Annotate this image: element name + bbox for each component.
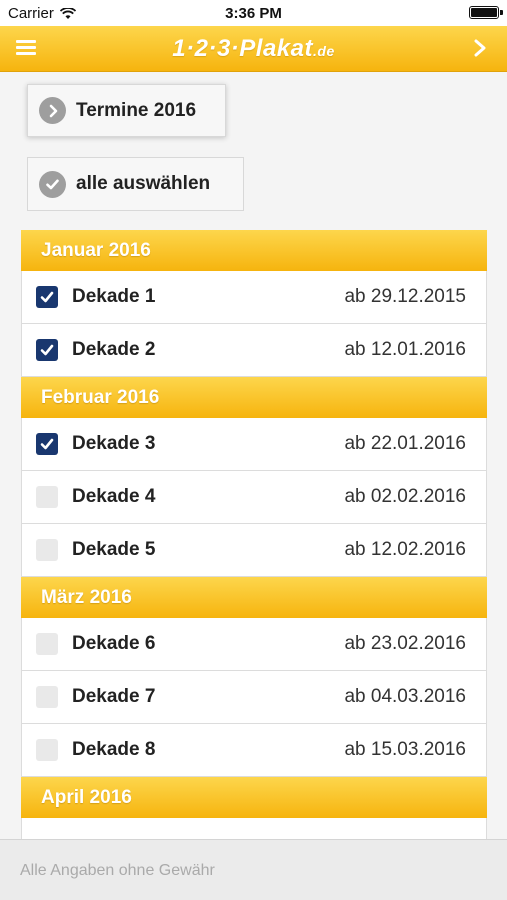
dekade-name: Dekade 1 xyxy=(72,286,156,307)
dekade-list: Januar 2016 Dekade 1 ab 29.12.2015 Dekade 2… xyxy=(21,230,487,871)
chevron-circle-icon xyxy=(39,97,66,124)
disclaimer-text: Alle Angaben ohne Gewähr xyxy=(20,862,215,879)
status-bar: Carrier 3:36 PM xyxy=(0,0,507,26)
check-circle-icon xyxy=(39,170,66,198)
dekade-row[interactable]: Dekade 5 ab 12.02.2016 xyxy=(21,524,487,577)
brand-logo: 1·2·3·Plakat.de xyxy=(0,35,507,63)
chevron-right-icon[interactable] xyxy=(469,37,491,59)
dekade-name: Dekade 8 xyxy=(72,739,156,760)
month-header: Februar 2016 xyxy=(21,377,487,418)
app-screen: Carrier 3:36 PM 1·2·3·Plakat.de Termine … xyxy=(0,0,507,900)
dekade-row[interactable]: Dekade 6 ab 23.02.2016 xyxy=(21,618,487,671)
dekade-start-date: ab 04.03.2016 xyxy=(344,686,466,707)
dekade-start-date: ab 23.02.2016 xyxy=(344,633,466,654)
dekade-name: Dekade 7 xyxy=(72,686,156,707)
checkbox-checked[interactable] xyxy=(36,286,58,308)
termine-button-label: Termine 2016 xyxy=(76,99,197,121)
dekade-name: Dekade 5 xyxy=(72,539,156,560)
clock: 3:36 PM xyxy=(225,5,282,22)
dekade-row[interactable]: Dekade 2 ab 12.01.2016 xyxy=(21,324,487,377)
dekade-name: Dekade 3 xyxy=(72,433,156,454)
dekade-row[interactable]: Dekade 8 ab 15.03.2016 xyxy=(21,724,487,777)
dekade-start-date: ab 29.12.2015 xyxy=(344,286,466,307)
brand-logo-suffix: .de xyxy=(313,43,335,59)
select-all-button[interactable]: alle auswählen xyxy=(27,157,244,211)
checkbox-checked[interactable] xyxy=(36,433,58,455)
month-header: März 2016 xyxy=(21,577,487,618)
termine-button[interactable]: Termine 2016 xyxy=(27,84,226,137)
checkbox-unchecked[interactable] xyxy=(36,486,58,508)
dekade-row[interactable]: Dekade 4 ab 02.02.2016 xyxy=(21,471,487,524)
battery-icon xyxy=(469,6,503,19)
dekade-name: Dekade 4 xyxy=(72,486,156,507)
app-header: 1·2·3·Plakat.de xyxy=(0,26,507,72)
checkbox-unchecked[interactable] xyxy=(36,633,58,655)
month-header: Januar 2016 xyxy=(21,230,487,271)
dekade-row[interactable]: Dekade 1 ab 29.12.2015 xyxy=(21,271,487,324)
footer-bar: Alle Angaben ohne Gewähr xyxy=(0,839,507,900)
checkbox-checked[interactable] xyxy=(36,339,58,361)
dekade-name: Dekade 6 xyxy=(72,633,156,654)
checkbox-unchecked[interactable] xyxy=(36,739,58,761)
brand-logo-main: 1·2·3·Plakat xyxy=(172,35,313,62)
dekade-start-date: ab 12.02.2016 xyxy=(344,539,466,560)
checkbox-unchecked[interactable] xyxy=(36,539,58,561)
dekade-row[interactable]: Dekade 7 ab 04.03.2016 xyxy=(21,671,487,724)
select-all-button-label: alle auswählen xyxy=(76,173,211,194)
checkbox-unchecked[interactable] xyxy=(36,686,58,708)
dekade-row[interactable]: Dekade 3 ab 22.01.2016 xyxy=(21,418,487,471)
dekade-start-date: ab 02.02.2016 xyxy=(344,486,466,507)
dekade-name: Dekade 2 xyxy=(72,339,156,360)
month-header: April 2016 xyxy=(21,777,487,818)
dekade-start-date: ab 22.01.2016 xyxy=(344,433,466,454)
dekade-start-date: ab 15.03.2016 xyxy=(344,739,466,760)
dekade-start-date: ab 12.01.2016 xyxy=(344,339,466,360)
